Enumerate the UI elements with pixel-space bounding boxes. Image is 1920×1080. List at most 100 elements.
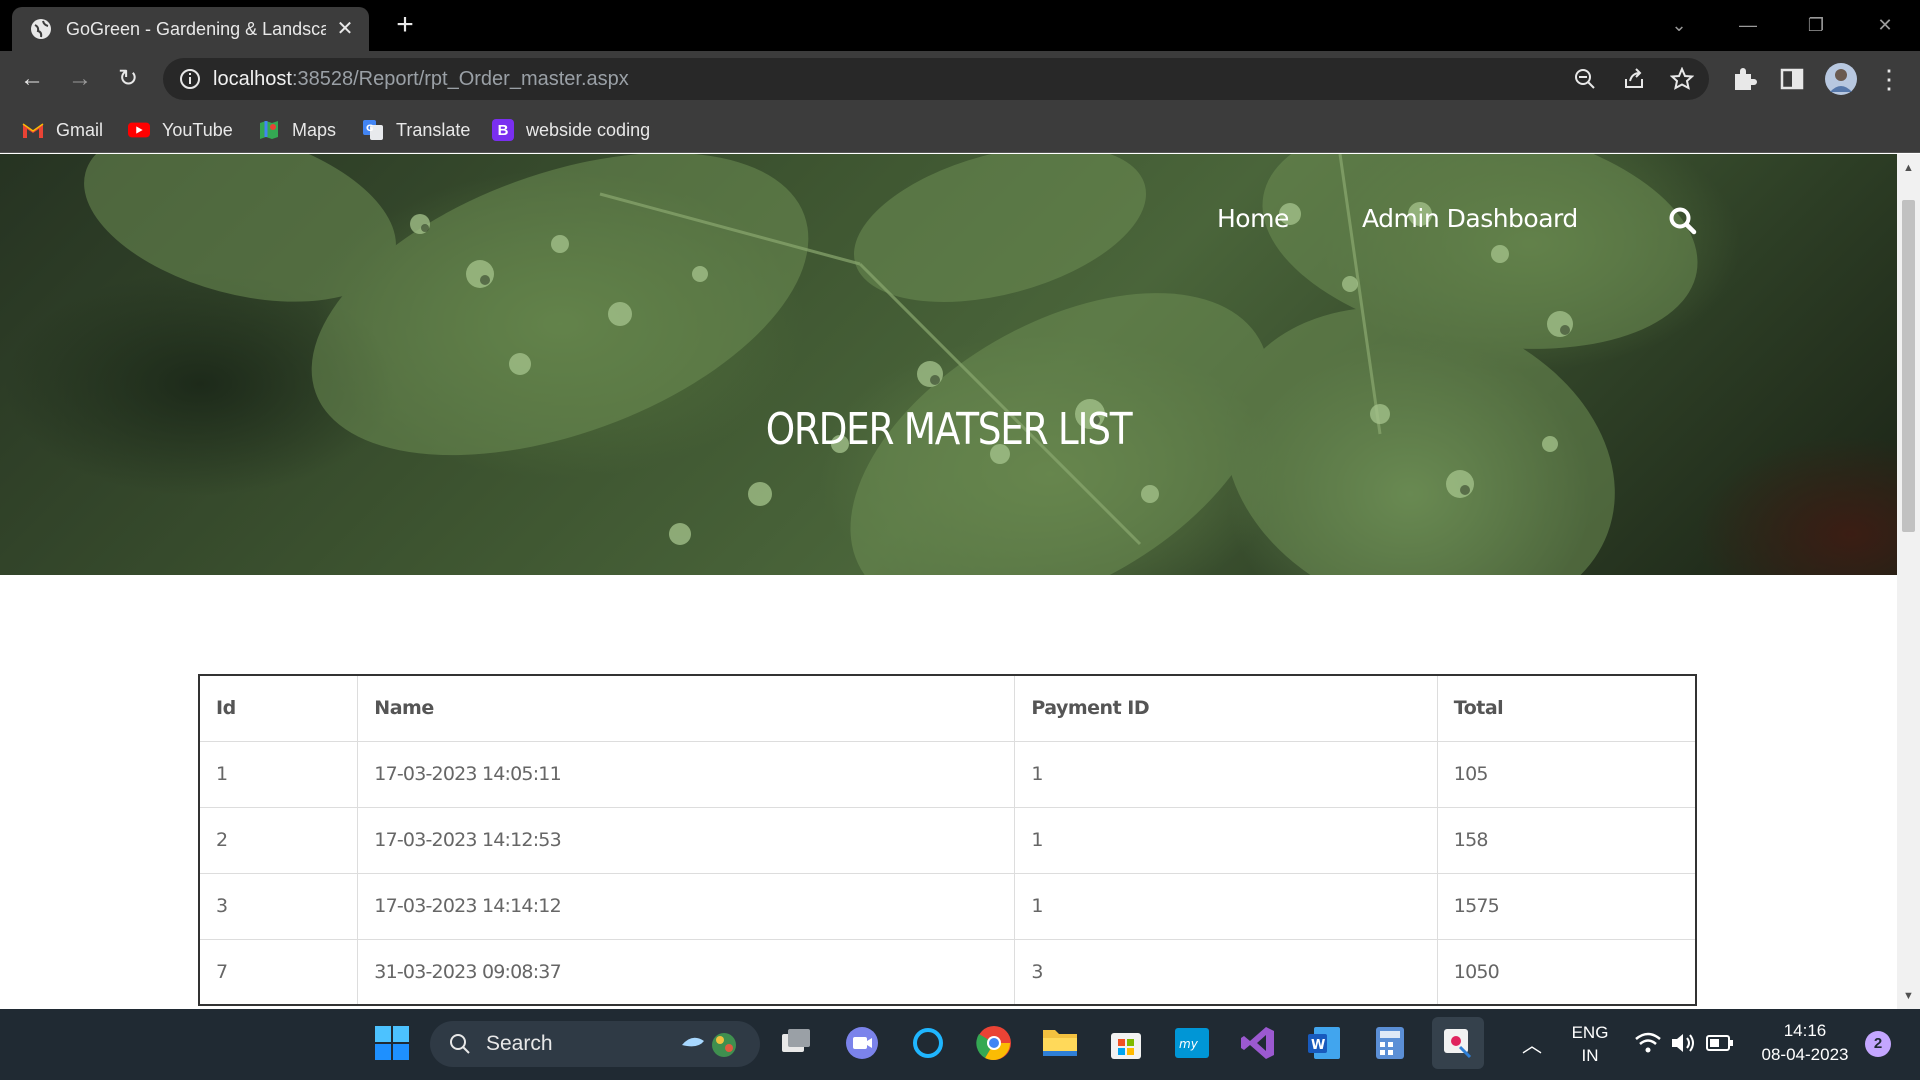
restore-icon[interactable]: ❐ bbox=[1801, 10, 1831, 40]
bookmark-star-icon[interactable] bbox=[1669, 66, 1695, 91]
order-master-table: Id Name Payment ID Total 1 17-03-2023 14… bbox=[198, 674, 1697, 1006]
reload-icon[interactable]: ↻ bbox=[112, 63, 144, 95]
windows-taskbar: Search my W ︿ ENG IN 14:16 08-04-2023 bbox=[0, 1009, 1920, 1080]
leaf-background-image bbox=[84, 154, 1698, 575]
svg-text:G: G bbox=[366, 124, 373, 134]
back-icon[interactable]: ← bbox=[16, 63, 48, 95]
close-icon[interactable]: ✕ bbox=[333, 17, 357, 41]
taskbar-search-label: Search bbox=[486, 1032, 553, 1055]
menu-kebab-icon[interactable]: ⋮ bbox=[1874, 64, 1904, 94]
bootstrap-icon: B bbox=[492, 119, 514, 141]
extensions-icon[interactable] bbox=[1729, 64, 1759, 94]
window-close-icon[interactable]: ✕ bbox=[1870, 10, 1900, 40]
maps-icon bbox=[258, 119, 280, 141]
url-text[interactable]: localhost:38528/Report/rpt_Order_master.… bbox=[213, 68, 629, 91]
hero-banner: Home Admin Dashboard ORDER MATSER LIST bbox=[0, 154, 1897, 575]
cell-payment-id: 1 bbox=[1014, 740, 1438, 808]
myhp-icon[interactable]: my bbox=[1172, 1023, 1212, 1063]
bookmark-youtube[interactable]: YouTube bbox=[128, 116, 233, 144]
search-icon bbox=[448, 1032, 472, 1061]
cell-total: 1575 bbox=[1436, 872, 1697, 940]
file-explorer-icon[interactable] bbox=[1040, 1023, 1080, 1063]
notification-badge[interactable]: 2 bbox=[1865, 1031, 1891, 1057]
tab-title: GoGreen - Gardening & Landscaping bbox=[66, 18, 326, 39]
cell-name: 31-03-2023 09:08:37 bbox=[357, 938, 1016, 1006]
cortana-icon[interactable] bbox=[908, 1023, 948, 1063]
search-icon[interactable] bbox=[1668, 206, 1698, 236]
task-view-icon[interactable] bbox=[776, 1023, 816, 1063]
url-host: localhost bbox=[213, 68, 292, 90]
scroll-up-arrow-icon[interactable]: ▲ bbox=[1902, 162, 1915, 174]
column-header-name: Name bbox=[357, 674, 1016, 742]
profile-avatar-icon[interactable] bbox=[1824, 62, 1857, 95]
bookmark-translate[interactable]: G Translate bbox=[362, 116, 470, 144]
tab-search-icon[interactable]: ⌄ bbox=[1664, 10, 1694, 40]
scroll-down-arrow-icon[interactable]: ▼ bbox=[1902, 990, 1915, 1002]
volume-icon[interactable] bbox=[1664, 1023, 1704, 1063]
microsoft-store-icon[interactable] bbox=[1106, 1023, 1146, 1063]
chrome-icon[interactable] bbox=[974, 1023, 1014, 1063]
page-scrollbar[interactable]: ▲ ▼ bbox=[1897, 154, 1920, 1009]
cell-total: 105 bbox=[1436, 740, 1697, 808]
bookmark-label: Gmail bbox=[56, 119, 104, 140]
language-code[interactable]: ENG bbox=[1562, 1023, 1618, 1043]
translate-icon: G bbox=[362, 119, 384, 141]
browser-titlebar: GoGreen - Gardening & Landscaping ✕ + ⌄ … bbox=[0, 0, 1920, 51]
clock-date[interactable]: 08-04-2023 bbox=[1750, 1045, 1860, 1065]
page-title: ORDER MATSER LIST bbox=[765, 404, 1133, 455]
cell-payment-id: 1 bbox=[1014, 872, 1438, 940]
bookmark-label: YouTube bbox=[162, 119, 233, 140]
battery-icon[interactable] bbox=[1700, 1023, 1740, 1063]
globe-icon bbox=[30, 18, 52, 40]
side-panel-icon[interactable] bbox=[1777, 64, 1807, 94]
minimize-icon[interactable]: — bbox=[1733, 10, 1763, 40]
new-tab-button[interactable]: + bbox=[390, 10, 420, 41]
table-header-row: Id Name Payment ID Total bbox=[198, 674, 1697, 742]
zoom-icon[interactable] bbox=[1573, 67, 1597, 91]
cell-name: 17-03-2023 14:12:53 bbox=[357, 806, 1016, 874]
column-header-total: Total bbox=[1436, 674, 1697, 742]
cell-name: 17-03-2023 14:14:12 bbox=[357, 872, 1016, 940]
table-row: 2 17-03-2023 14:12:53 1 158 bbox=[198, 806, 1697, 874]
bookmark-label: Translate bbox=[396, 119, 471, 140]
clock-time[interactable]: 14:16 bbox=[1750, 1021, 1860, 1041]
wifi-icon[interactable] bbox=[1628, 1023, 1668, 1063]
cell-id: 1 bbox=[198, 740, 359, 808]
visual-studio-icon[interactable] bbox=[1238, 1023, 1278, 1063]
browser-toolbar: ← → ↻ localhost:38528/Report/rpt_Order_m… bbox=[0, 51, 1920, 107]
teams-chat-icon[interactable] bbox=[842, 1023, 882, 1063]
nav-admin-dashboard-link[interactable]: Admin Dashboard bbox=[1362, 204, 1578, 233]
nav-home-link[interactable]: Home bbox=[1217, 204, 1289, 233]
bookmark-maps[interactable]: Maps bbox=[258, 116, 336, 144]
snipping-tool-icon[interactable] bbox=[1432, 1017, 1484, 1069]
scroll-thumb[interactable] bbox=[1902, 200, 1915, 532]
language-region[interactable]: IN bbox=[1562, 1046, 1618, 1066]
cell-name: 17-03-2023 14:05:11 bbox=[357, 740, 1016, 808]
youtube-icon bbox=[128, 119, 150, 141]
svg-text:my: my bbox=[1179, 1037, 1199, 1051]
cell-id: 2 bbox=[198, 806, 359, 874]
cell-payment-id: 1 bbox=[1014, 806, 1438, 874]
cell-payment-id: 3 bbox=[1014, 938, 1438, 1006]
calculator-app-icon[interactable] bbox=[1370, 1023, 1410, 1063]
share-icon[interactable] bbox=[1622, 67, 1646, 91]
info-icon[interactable] bbox=[179, 68, 201, 90]
word-icon[interactable]: W bbox=[1304, 1023, 1344, 1063]
page-viewport: Home Admin Dashboard ORDER MATSER LIST I… bbox=[0, 154, 1897, 1009]
cell-id: 3 bbox=[198, 872, 359, 940]
bookmark-webside-coding[interactable]: B webside coding bbox=[492, 116, 650, 144]
table-row: 7 31-03-2023 09:08:37 3 1050 bbox=[198, 938, 1697, 1006]
table-row: 1 17-03-2023 14:05:11 1 105 bbox=[198, 740, 1697, 808]
address-bar[interactable]: localhost:38528/Report/rpt_Order_master.… bbox=[163, 58, 1709, 100]
chevron-up-icon[interactable]: ︿ bbox=[1512, 1023, 1552, 1063]
table-row: 3 17-03-2023 14:14:12 1 1575 bbox=[198, 872, 1697, 940]
forward-icon[interactable]: → bbox=[64, 63, 96, 95]
browser-tab-active[interactable]: GoGreen - Gardening & Landscaping ✕ bbox=[12, 7, 369, 51]
column-header-payment-id: Payment ID bbox=[1014, 674, 1438, 742]
windows-start-icon[interactable] bbox=[372, 1023, 412, 1063]
bookmark-label: Maps bbox=[292, 119, 337, 140]
bookmark-label: webside coding bbox=[526, 119, 651, 140]
taskbar-search-box[interactable]: Search bbox=[430, 1021, 760, 1067]
cell-total: 1050 bbox=[1436, 938, 1697, 1006]
bookmark-gmail[interactable]: Gmail bbox=[22, 116, 103, 144]
